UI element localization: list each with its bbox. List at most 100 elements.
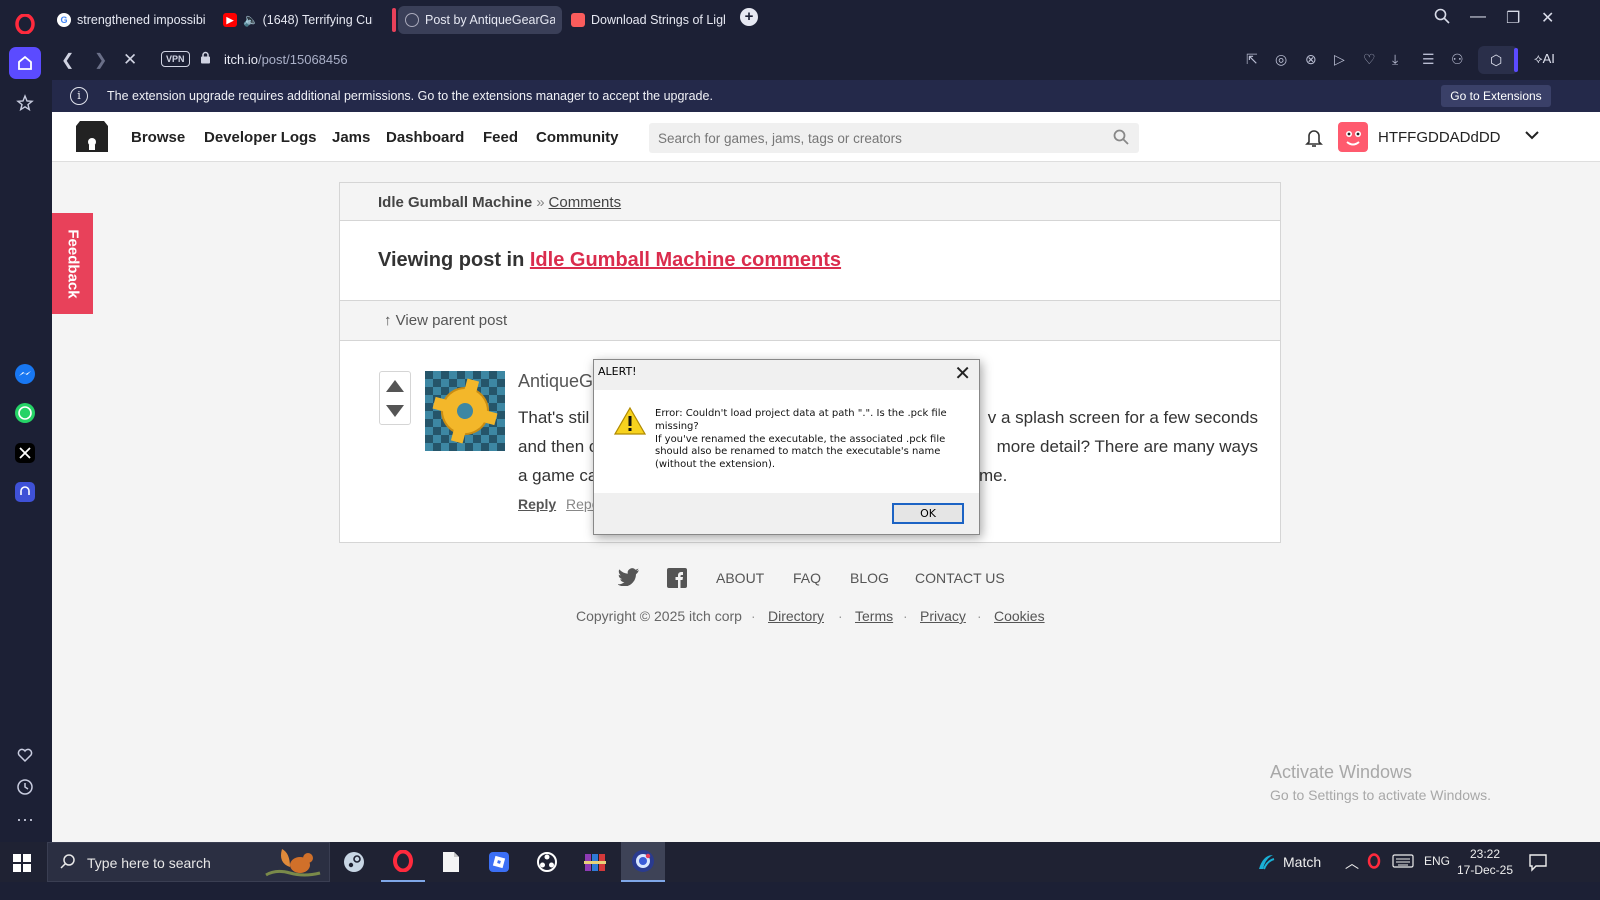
twitter-icon[interactable]: [617, 568, 640, 591]
vote-box: [379, 371, 411, 425]
home-icon[interactable]: [9, 47, 41, 79]
upvote-arrow-icon[interactable]: [386, 380, 404, 392]
player-icon[interactable]: [9, 476, 41, 508]
warning-icon: [614, 406, 646, 435]
nav-browse[interactable]: Browse: [131, 129, 185, 146]
username[interactable]: HTFFGDDADdDD: [1378, 129, 1501, 146]
chevron-down-icon[interactable]: [1524, 127, 1540, 148]
tab-itch-post[interactable]: Post by AntiqueGearGames: [398, 6, 562, 34]
history-clock-icon[interactable]: [9, 771, 41, 803]
itch-header: Browse Developer Logs Jams Dashboard Fee…: [52, 112, 1600, 162]
notifications-bell-icon[interactable]: [1305, 128, 1323, 153]
extensions-cube-button[interactable]: ⬡: [1478, 46, 1518, 74]
address-bar: ❮ ❯ ✕ VPN itch.io/post/15068456 ⇱ ◎ ⊗ ▷ …: [50, 40, 1600, 80]
downvote-arrow-icon[interactable]: [386, 405, 404, 417]
taskbar-notepad[interactable]: [429, 842, 473, 882]
search-input[interactable]: [649, 123, 1089, 153]
nav-dashboard[interactable]: Dashboard: [386, 129, 464, 146]
post-author[interactable]: AntiqueG: [518, 371, 593, 392]
footer-terms[interactable]: Terms: [855, 608, 893, 624]
taskbar-opera[interactable]: [381, 842, 425, 882]
footer-privacy[interactable]: Privacy: [920, 608, 966, 624]
tab-youtube[interactable]: ▶ 🔈 (1648) Terrifying Cults: [216, 6, 380, 34]
easy-setup-icon[interactable]: ☰: [1422, 51, 1435, 68]
player-toolbar-icon[interactable]: ▷: [1334, 51, 1345, 68]
restore-button[interactable]: ❐: [1506, 8, 1520, 28]
extension-infobar: i The extension upgrade requires additio…: [52, 80, 1600, 112]
url-field[interactable]: itch.io/post/15068456: [224, 52, 348, 67]
profile-icon[interactable]: ⚇: [1451, 51, 1464, 68]
taskbar-roblox[interactable]: [477, 842, 521, 882]
more-options-icon[interactable]: ···: [9, 803, 41, 835]
go-to-extensions-button[interactable]: Go to Extensions: [1441, 85, 1551, 107]
tab-search-icon[interactable]: [1434, 8, 1450, 29]
windows-taskbar: Type here to search Match ︿ ENG 23:22 17…: [0, 842, 1600, 882]
heart-icon[interactable]: [9, 739, 41, 771]
itch-logo-icon[interactable]: [72, 120, 112, 154]
tab-google[interactable]: G strengthened impossibility: [50, 6, 212, 34]
weather-icon[interactable]: [1255, 851, 1277, 878]
breadcrumb-comments-link[interactable]: Comments: [549, 194, 622, 211]
feedback-tab[interactable]: Feedback: [52, 213, 93, 314]
post-author-avatar[interactable]: [425, 371, 505, 451]
footer-faq[interactable]: FAQ: [793, 570, 821, 586]
favorite-heart-icon[interactable]: ♡: [1363, 51, 1376, 68]
footer-cookies[interactable]: Cookies: [994, 608, 1045, 624]
alert-close-button[interactable]: ✕: [954, 361, 971, 385]
footer-contact-us[interactable]: CONTACT US: [915, 570, 1005, 586]
alert-ok-button[interactable]: OK: [892, 503, 964, 524]
tray-chevron-up-icon[interactable]: ︿: [1345, 853, 1359, 873]
vpn-badge[interactable]: VPN: [161, 51, 190, 67]
alert-message: Error: Couldn't load project data at pat…: [655, 408, 947, 471]
taskbar-game-app[interactable]: [621, 842, 665, 882]
nav-community[interactable]: Community: [536, 129, 619, 146]
taskbar-steam[interactable]: [332, 842, 376, 882]
x-twitter-icon[interactable]: [9, 437, 41, 469]
snapshot-camera-icon[interactable]: ◎: [1275, 51, 1287, 68]
whatsapp-icon[interactable]: [9, 397, 41, 429]
back-button[interactable]: ❮: [61, 50, 74, 70]
weather-label[interactable]: Match: [1283, 854, 1321, 870]
footer-directory[interactable]: Directory: [768, 608, 824, 624]
adblock-icon[interactable]: ⊗: [1305, 51, 1317, 68]
windows-start-icon[interactable]: [13, 854, 31, 877]
alert-title: ALERT!: [598, 365, 637, 378]
tab-itch-download[interactable]: Download Strings of Light: [564, 6, 732, 34]
footer-about[interactable]: ABOUT: [716, 570, 764, 586]
facebook-icon[interactable]: [667, 568, 687, 593]
taskbar-winrar[interactable]: [573, 842, 617, 882]
downloads-icon[interactable]: ⤓: [1392, 51, 1398, 68]
stop-loading-button[interactable]: ✕: [123, 50, 137, 70]
parent-post-bar: ↑ View parent post: [340, 300, 1280, 341]
tray-opera-icon[interactable]: [1367, 853, 1381, 872]
close-window-button[interactable]: ✕: [1541, 8, 1554, 28]
user-avatar[interactable]: [1338, 122, 1368, 152]
search-icon[interactable]: [1113, 129, 1129, 149]
tab-strip: G strengthened impossibility ▶ 🔈 (1648) …: [50, 0, 1600, 38]
minimize-button[interactable]: —: [1470, 8, 1486, 26]
share-icon[interactable]: ⇱: [1246, 51, 1258, 68]
system-clock[interactable]: 23:22 17-Dec-25: [1452, 846, 1518, 878]
breadcrumb-game[interactable]: Idle Gumball Machine: [378, 194, 532, 211]
aria-ai-button[interactable]: ⟡AI: [1534, 51, 1555, 67]
nav-feed[interactable]: Feed: [483, 129, 518, 146]
language-indicator[interactable]: ENG: [1424, 854, 1450, 868]
lock-icon[interactable]: [200, 51, 211, 67]
nav-developer-logs[interactable]: Developer Logs: [204, 129, 317, 146]
footer-blog[interactable]: BLOG: [850, 570, 889, 586]
opera-icon: [393, 850, 413, 872]
squirrel-illustration-icon: [265, 849, 321, 877]
comments-topic-link[interactable]: Idle Gumball Machine comments: [530, 249, 841, 271]
new-tab-button[interactable]: +: [740, 8, 758, 26]
taskbar-search[interactable]: Type here to search: [47, 842, 330, 882]
taskbar-obs[interactable]: [525, 842, 569, 882]
messenger-icon[interactable]: [9, 358, 41, 390]
view-parent-post-link[interactable]: ↑ View parent post: [384, 312, 507, 329]
reply-link[interactable]: Reply: [518, 496, 556, 512]
keyboard-icon[interactable]: [1392, 854, 1414, 871]
opera-logo-icon[interactable]: [9, 8, 41, 40]
bookmarks-star-icon[interactable]: [9, 87, 41, 119]
notification-center-icon[interactable]: [1528, 852, 1548, 875]
nav-jams[interactable]: Jams: [332, 129, 370, 146]
forward-button[interactable]: ❯: [94, 50, 107, 70]
